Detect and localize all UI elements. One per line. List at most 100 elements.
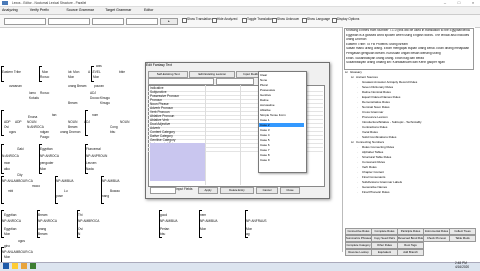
close-icon[interactable]: × (466, 0, 480, 6)
tree-expander-icon[interactable]: · (357, 105, 358, 109)
dropdown-option[interactable]: Case 9 (260, 158, 270, 162)
go-button[interactable]: ▸ (160, 18, 178, 25)
menu-item[interactable]: Editor (144, 8, 153, 12)
tree-expander-icon[interactable]: ⊟ (351, 75, 354, 79)
tree-item[interactable]: Demonstrative Rules (362, 100, 390, 104)
dropdown-option[interactable]: Accusative (260, 103, 275, 107)
tree-expander-icon[interactable]: ⊟ (345, 70, 348, 74)
tree-expander-icon[interactable]: · (357, 85, 358, 89)
dropdown-option[interactable]: Case 5 (260, 138, 270, 142)
panel-button[interactable]: Add Branch (397, 249, 424, 256)
tree-item[interactable]: Cross Grammar (362, 110, 383, 114)
tree-expander-icon[interactable]: · (357, 100, 358, 104)
tree-expander-icon[interactable]: · (357, 80, 358, 84)
tree-item[interactable]: Rules Connecting Rules (362, 145, 394, 149)
tree-item[interactable]: Subdivisions Grammar Labels (362, 180, 402, 184)
tree-item[interactable]: Final Phonetic Rules (362, 190, 390, 194)
tree-expander-icon[interactable]: · (357, 90, 358, 94)
dropdown-option[interactable]: Case 1 (260, 118, 270, 122)
tree-expander-icon[interactable]: · (357, 130, 358, 134)
dropdown-option[interactable]: Dative (260, 98, 269, 102)
tree-item[interactable]: Nominal Noun Rules (362, 105, 390, 109)
panel-button[interactable]: Instrumental Rules (423, 228, 450, 235)
tree-expander-icon[interactable]: · (357, 175, 358, 179)
tree-item[interactable]: Greatest Ancestor Antiquity Record Rules (362, 80, 417, 84)
tree-expander-icon[interactable]: · (357, 115, 358, 119)
panel-button[interactable]: Reversed Bond Rules (397, 235, 424, 242)
tree-item[interactable]: Chapter Content (362, 170, 384, 174)
dropdown-option[interactable]: Ablative (260, 108, 271, 112)
tree-expander-icon[interactable]: · (357, 185, 358, 189)
tree-item[interactable]: Contractions Rules (362, 125, 387, 129)
mode-select[interactable] (92, 18, 124, 25)
tree-item[interactable]: Dative Nominal Rules (362, 90, 391, 94)
tree-expander-icon[interactable]: ⊟ (351, 140, 354, 144)
dialog-name-field[interactable] (148, 78, 214, 85)
tree-item[interactable]: Consonant Rules (362, 160, 385, 164)
dropdown-option[interactable]: Clear (260, 73, 267, 77)
tree-expander-icon[interactable]: · (357, 180, 358, 184)
panel-button[interactable]: Participle Rules (397, 228, 424, 235)
dropdown-option[interactable]: Simple Tense Form (260, 113, 286, 117)
tree-expander-icon[interactable]: · (357, 190, 358, 194)
tree-item[interactable]: Final Consonants (362, 175, 385, 179)
tree-item[interactable]: Glossary (350, 70, 362, 74)
dialog-button[interactable]: Apply (198, 187, 218, 194)
source-select[interactable] (4, 18, 46, 25)
tree-expander-icon[interactable]: · (357, 155, 358, 159)
tree-expander-icon[interactable]: · (357, 110, 358, 114)
menu-item[interactable]: Analyzing (2, 8, 18, 12)
tree-expander-icon[interactable]: · (357, 145, 358, 149)
dropdown-option[interactable]: Case 6 (260, 143, 270, 147)
tree-item[interactable]: Alphabet Tables (362, 150, 383, 154)
menu-item[interactable]: Verify Prefix (30, 8, 49, 12)
panel-button[interactable]: Reverse Lookup (345, 249, 372, 256)
panel-button[interactable]: Equivalent (371, 249, 398, 256)
tree-item[interactable]: Verb Rules (362, 165, 377, 169)
tree-item[interactable]: Ancient Sources (356, 75, 378, 79)
explorer-icon[interactable] (12, 263, 18, 269)
dropdown-option[interactable]: Case 7 (260, 148, 270, 152)
tree-item[interactable]: Vocal Rules (362, 130, 378, 134)
dialog-type-field[interactable] (216, 78, 254, 85)
dropdown-option[interactable]: Plural (260, 83, 268, 87)
panel-button[interactable]: Collect Trees (449, 228, 476, 235)
panel-button[interactable]: Table Mods (449, 235, 476, 242)
dialog-tab[interactable]: Self-Existing Text (148, 71, 189, 78)
app-task-icon[interactable] (30, 263, 36, 269)
tree-expander-icon[interactable]: · (357, 150, 358, 154)
panel-button[interactable]: Check Pronoun (423, 235, 450, 242)
panel-button[interactable]: Connective Rules (345, 228, 372, 235)
dropdown-option[interactable]: Genitive (260, 93, 271, 97)
tree-item[interactable]: Pronounce Lexicon (362, 115, 388, 119)
panel-button[interactable]: Complete Category (345, 242, 372, 249)
tree-item[interactable]: Solid Combinations Rules (362, 135, 396, 139)
dialog-button[interactable]: Close (280, 187, 300, 194)
panel-button[interactable]: Copy Seed Pairs (371, 235, 398, 242)
start-icon[interactable] (3, 263, 9, 269)
tree-expander-icon[interactable]: · (357, 165, 358, 169)
dialog-options-select[interactable] (150, 187, 176, 194)
tree-item[interactable]: Connecting Numbers (356, 140, 384, 144)
dialog-button[interactable]: Cancel (256, 187, 278, 194)
maximize-icon[interactable]: □ (452, 0, 466, 6)
tree-item[interactable]: Structural Table Rules (362, 155, 391, 159)
target-select[interactable] (48, 18, 90, 25)
dropdown-option[interactable]: None (260, 78, 267, 82)
tree-expander-icon[interactable]: · (357, 125, 358, 129)
tree-item[interactable]: Generative Names (362, 185, 387, 189)
tree-expander-icon[interactable]: · (357, 160, 358, 164)
tree-expander-icon[interactable]: · (357, 120, 358, 124)
tree-expander-icon[interactable]: · (357, 95, 358, 99)
folder-icon[interactable] (21, 263, 27, 269)
tree-expander-icon[interactable]: · (357, 135, 358, 139)
dropdown-option[interactable]: Case 4 (260, 133, 270, 137)
filter-select[interactable] (126, 18, 158, 25)
menu-item[interactable]: Target Grammar (105, 8, 131, 12)
menu-item[interactable]: Source Grammar (66, 8, 94, 12)
dialog-button[interactable]: Delete Entry (220, 187, 254, 194)
dropdown-option[interactable]: Case 8 (260, 153, 270, 157)
tree-expander-icon[interactable]: · (357, 170, 358, 174)
panel-button[interactable]: Root Tags (397, 242, 424, 249)
panel-button[interactable]: Complete Rules (371, 228, 398, 235)
